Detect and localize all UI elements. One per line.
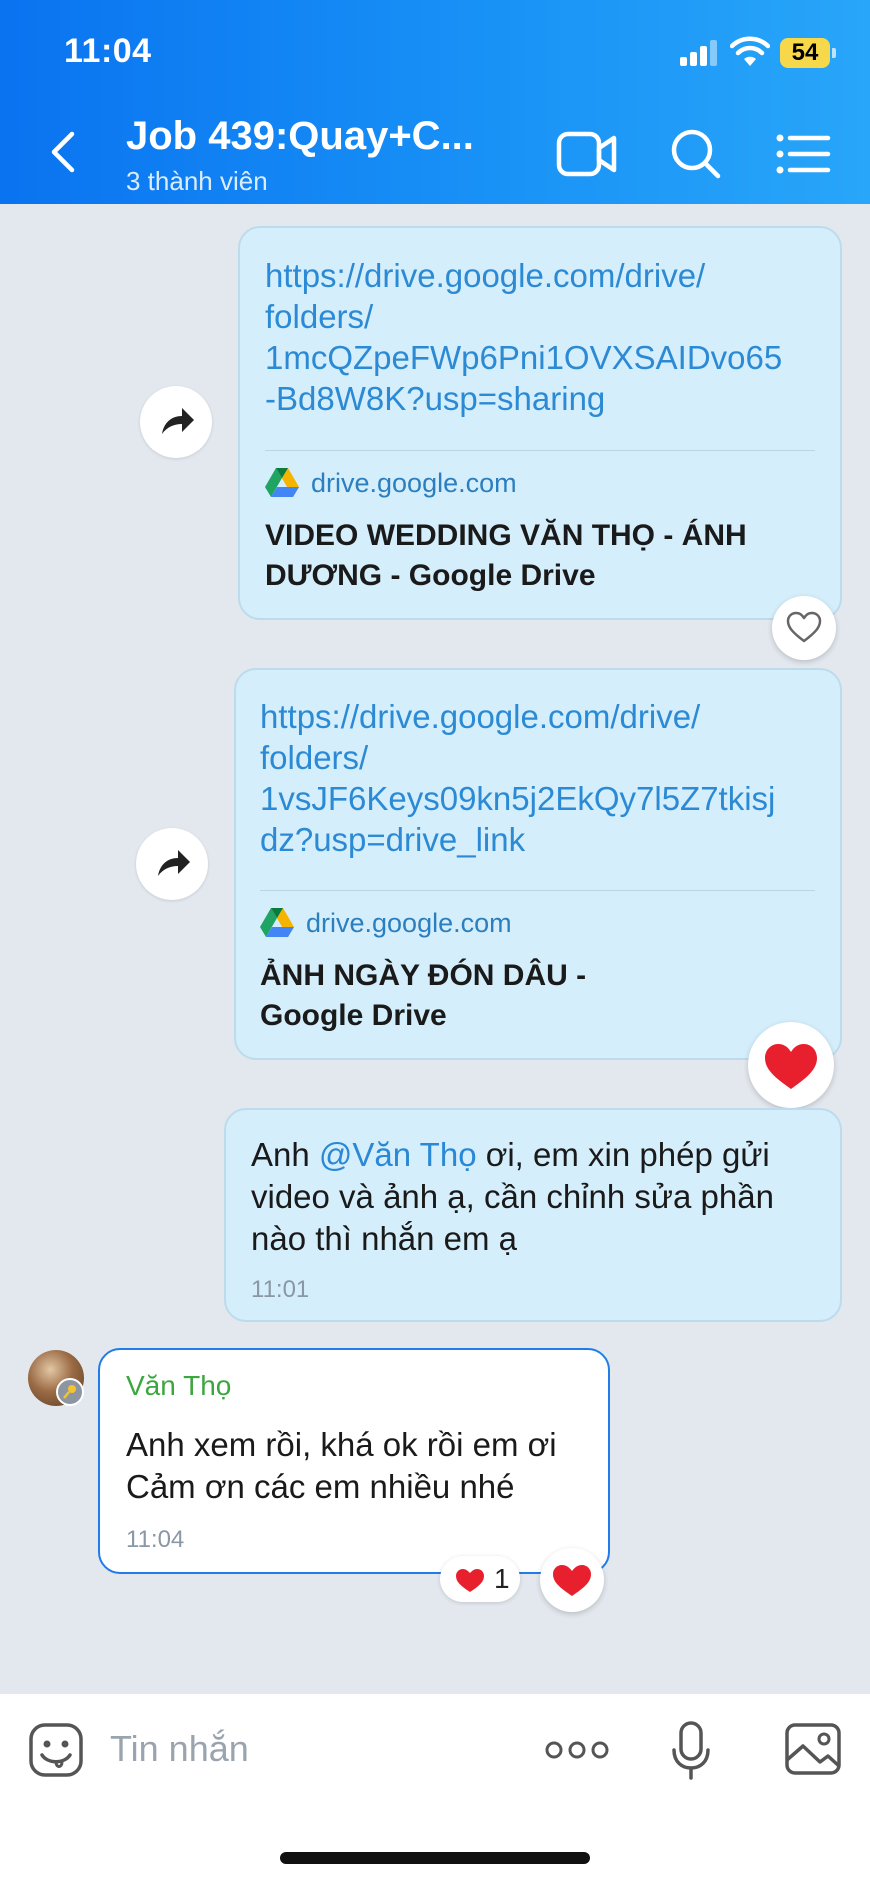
video-call-icon[interactable] — [556, 124, 618, 184]
key-badge-icon — [56, 1378, 84, 1406]
sticker-icon[interactable] — [28, 1722, 84, 1778]
google-drive-icon — [265, 468, 299, 497]
back-button[interactable] — [44, 124, 84, 180]
heart-reaction-button[interactable] — [748, 1022, 834, 1108]
share-button[interactable] — [140, 386, 212, 458]
message-text: Anh @Văn Thọ ơi, em xin phép gửi video v… — [251, 1136, 774, 1257]
link-domain: drive.google.com — [306, 908, 512, 938]
heart-filled-icon — [456, 1569, 484, 1592]
message-input[interactable]: Tin nhắn — [110, 1728, 249, 1770]
heart-outline-icon — [786, 611, 822, 643]
heart-filled-icon — [765, 1044, 817, 1089]
home-indicator — [280, 1852, 590, 1864]
message-text: Anh xem rồi, khá ok rồi em ơi Cảm ơn các… — [126, 1426, 557, 1505]
sender-name[interactable]: Văn Thọ — [126, 1370, 231, 1402]
like-button[interactable] — [772, 596, 836, 660]
message-time: 11:01 — [251, 1276, 310, 1303]
chat-header: 11:04 54 Job 439:Quay+C... 3 thành viên — [0, 0, 870, 204]
chat-title[interactable]: Job 439:Quay+C... — [126, 114, 474, 159]
cellular-signal-icon — [680, 40, 720, 66]
share-arrow-icon — [162, 408, 194, 434]
share-button[interactable] — [136, 828, 208, 900]
message-time: 11:04 — [126, 1526, 185, 1553]
link-preview-title[interactable]: ẢNH NGÀY ĐÓN DÂU - Google Drive — [260, 956, 820, 1036]
reaction-summary[interactable]: 1 — [440, 1556, 520, 1602]
battery-indicator: 54 — [780, 38, 836, 68]
search-icon[interactable] — [664, 124, 726, 184]
heart-reaction-button[interactable] — [540, 1548, 604, 1612]
mention-link[interactable]: @Văn Thọ — [319, 1136, 477, 1173]
more-options-icon[interactable] — [544, 1738, 610, 1762]
heart-filled-icon — [553, 1565, 591, 1596]
status-time: 11:04 — [64, 32, 152, 70]
menu-list-icon[interactable] — [772, 124, 834, 184]
message-link[interactable]: https://drive.google.com/drive/ folders/… — [265, 255, 835, 419]
preview-divider — [265, 450, 815, 451]
member-count[interactable]: 3 thành viên — [126, 166, 268, 197]
link-preview-title[interactable]: VIDEO WEDDING VĂN THỌ - ÁNH DƯƠNG - Goog… — [265, 516, 825, 596]
microphone-icon[interactable] — [670, 1720, 712, 1782]
preview-divider — [260, 890, 815, 891]
image-gallery-icon[interactable] — [784, 1722, 842, 1776]
message-link[interactable]: https://drive.google.com/drive/ folders/… — [260, 696, 830, 860]
google-drive-icon — [260, 908, 294, 937]
wifi-icon — [730, 36, 770, 66]
link-domain: drive.google.com — [311, 468, 517, 498]
reaction-count: 1 — [494, 1563, 510, 1594]
share-arrow-icon — [158, 850, 190, 876]
